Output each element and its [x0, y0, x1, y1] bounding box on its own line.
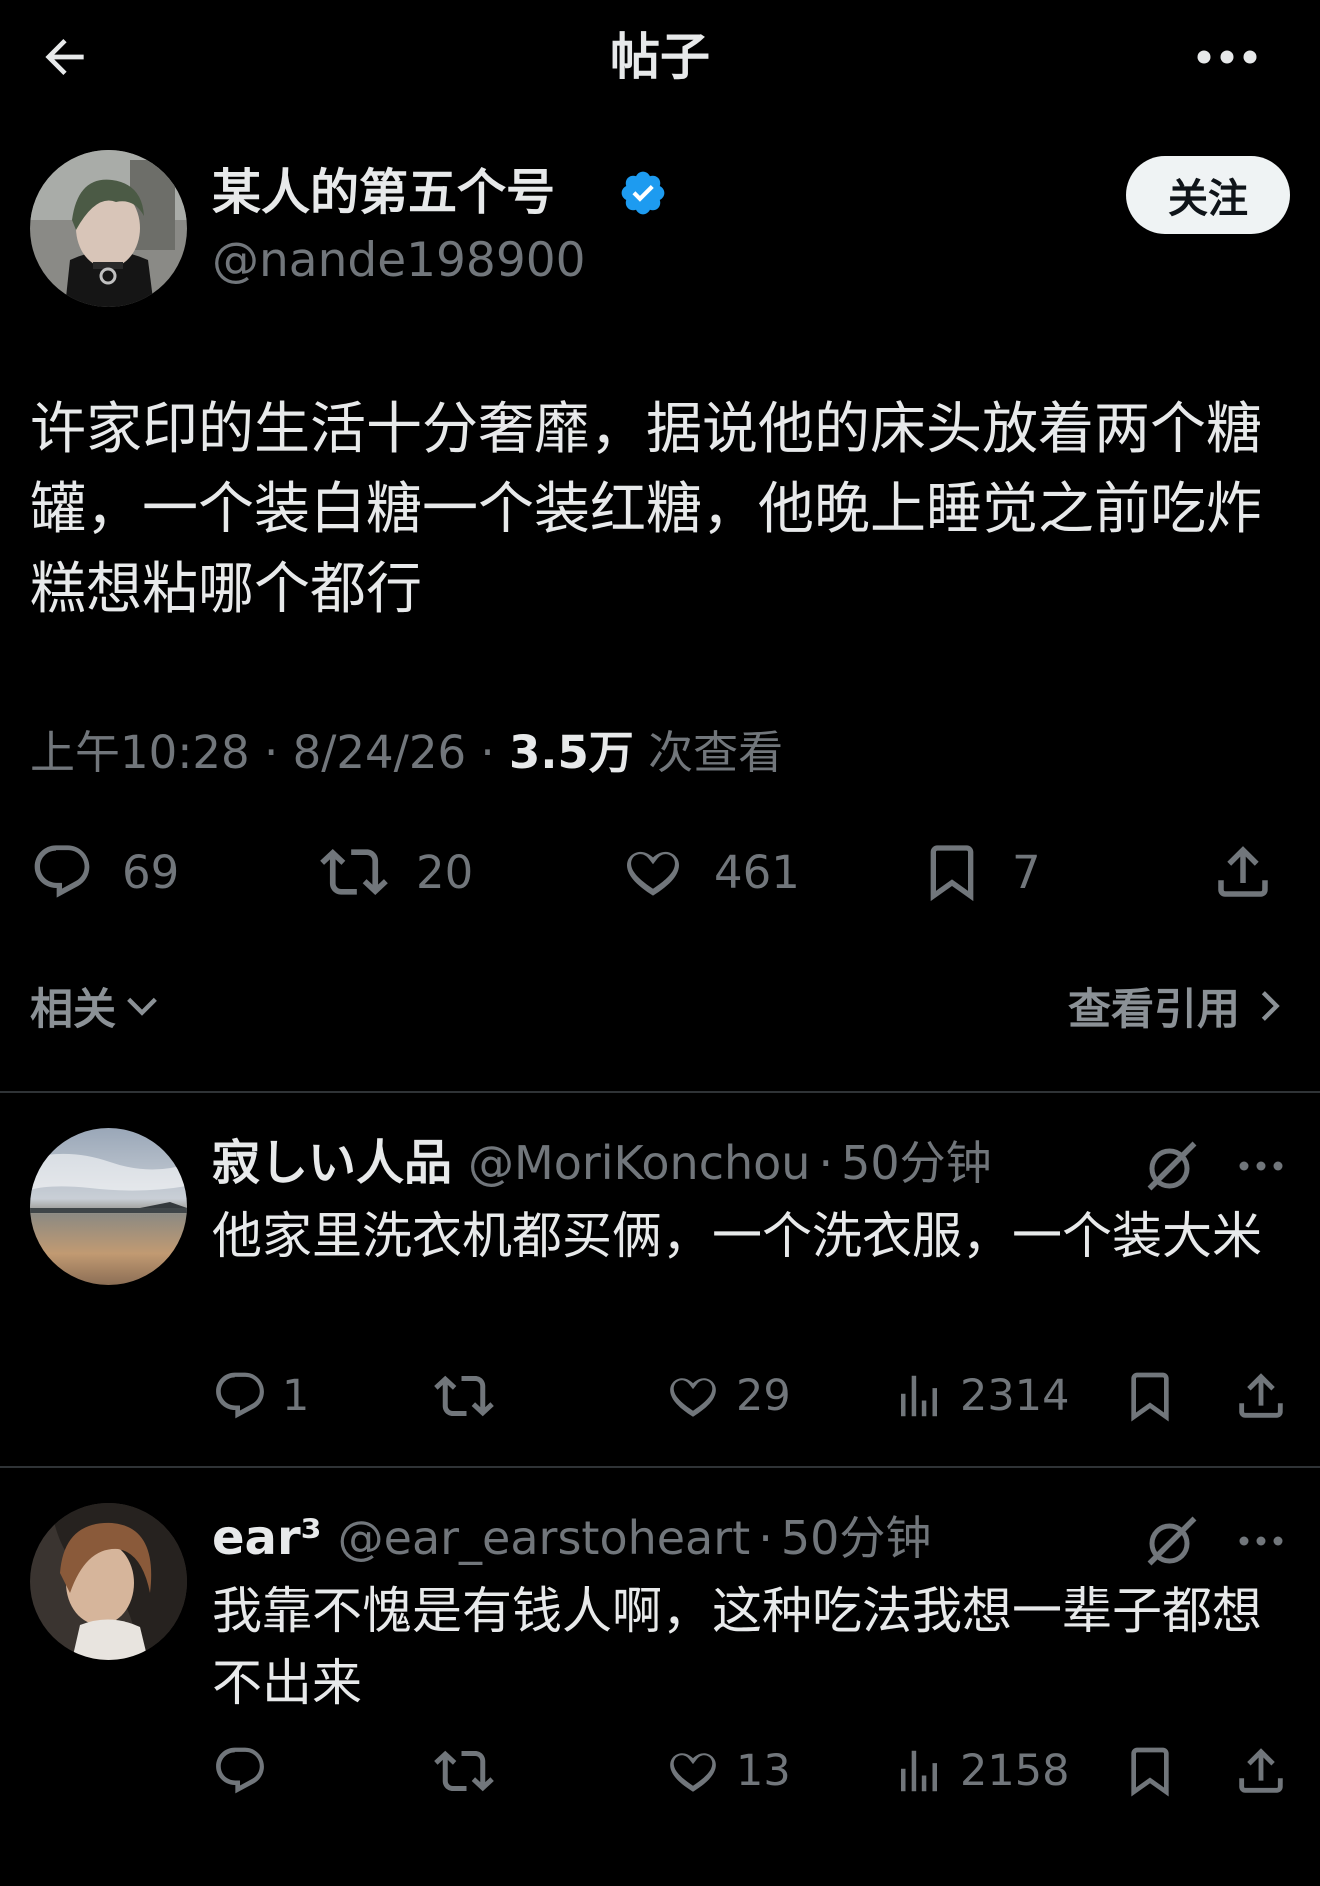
views-suffix: 次查看 — [648, 726, 784, 779]
repost-count: 20 — [416, 845, 474, 899]
related-dropdown[interactable]: 相关 — [30, 975, 162, 1037]
arrow-left-icon — [45, 39, 84, 75]
grok-icon — [1147, 1141, 1197, 1191]
author-name[interactable]: 某人的第五个号 — [212, 162, 555, 224]
verified-badge-icon — [621, 171, 665, 215]
post-time: 上午10:28 — [30, 726, 250, 779]
views-count: 2314 — [960, 1371, 1070, 1421]
post-date: 8/24/26 — [292, 726, 467, 779]
reply-item[interactable]: 寂しい人品 @MoriKonchou · 50分钟 他家里洗衣机都买俩，一个洗衣… — [0, 1128, 1320, 1468]
bookmark-icon — [930, 845, 974, 902]
reply-text: 我靠不愧是有钱人啊，这种吃法我想一辈子都想不出来 — [212, 1582, 1262, 1712]
reply-avatar[interactable] — [30, 1128, 187, 1285]
more-options-button[interactable] — [1182, 22, 1272, 92]
bookmark-count: 7 — [1012, 845, 1041, 899]
view-quotes-label: 查看引用 — [1068, 985, 1240, 1035]
repost-icon — [320, 848, 388, 896]
like-button[interactable]: 13 — [664, 1739, 791, 1803]
post-meta: 上午10:28 · 8/24/26 · 3.5万 次查看 — [30, 718, 783, 788]
reply-icon — [34, 845, 90, 898]
repost-icon — [434, 1750, 494, 1792]
reply-header: 寂しい人品 @MoriKonchou · 50分钟 — [212, 1128, 992, 1198]
reply-item[interactable]: ear³ @ear_earstoheart · 50分钟 我靠不愧是有钱人啊，这… — [0, 1503, 1320, 1843]
analytics-icon — [901, 1750, 937, 1792]
chevron-right-icon — [1261, 991, 1280, 1021]
more-horizontal-icon — [1239, 1161, 1283, 1171]
share-button[interactable] — [1232, 1739, 1290, 1803]
reply-button[interactable]: 69 — [30, 832, 179, 912]
post-author: 某人的第五个号 @nande198900 关注 — [30, 150, 1290, 310]
grok-button[interactable] — [1142, 1136, 1202, 1196]
reply-header: ear³ @ear_earstoheart · 50分钟 — [212, 1503, 931, 1573]
like-button[interactable]: 461 — [620, 832, 800, 912]
meta-separator: · — [480, 726, 495, 779]
divider — [0, 1091, 1320, 1093]
reply-action-bar: 13 2158 — [212, 1739, 1302, 1803]
reply-action-bar: 1 29 2314 — [212, 1364, 1302, 1428]
repost-button[interactable] — [434, 1364, 508, 1428]
author-handle[interactable]: @nande198900 — [212, 230, 586, 292]
share-button[interactable] — [1232, 1364, 1290, 1428]
reply-icon — [216, 1372, 264, 1419]
views-count: 2158 — [960, 1746, 1070, 1796]
reply-more-button[interactable] — [1226, 1136, 1296, 1196]
heart-icon — [670, 1753, 716, 1792]
heart-icon — [627, 851, 679, 896]
reply-author-handle[interactable]: @MoriKonchou — [468, 1128, 810, 1198]
view-quotes-link[interactable]: 查看引用 — [1068, 975, 1290, 1037]
views-count[interactable]: 3.5万 — [509, 726, 634, 779]
reply-more-button[interactable] — [1226, 1511, 1296, 1571]
meta-separator: · — [264, 726, 279, 779]
reply-count: 1 — [282, 1371, 310, 1421]
top-bar: 帖子 — [0, 0, 1320, 115]
bookmark-icon — [1131, 1372, 1169, 1422]
share-icon — [1239, 1373, 1283, 1418]
analytics-icon — [901, 1375, 937, 1417]
related-row: 相关 查看引用 — [30, 975, 1290, 1045]
like-count: 461 — [714, 845, 800, 899]
bookmark-icon — [1131, 1747, 1169, 1797]
bookmark-button[interactable]: 7 — [920, 832, 1041, 912]
like-button[interactable]: 29 — [664, 1364, 791, 1428]
views-button[interactable]: 2314 — [892, 1364, 1069, 1428]
reply-count: 69 — [122, 845, 180, 899]
reply-time[interactable]: 50分钟 — [781, 1503, 932, 1573]
grok-icon — [1147, 1516, 1197, 1566]
back-button[interactable] — [30, 22, 100, 92]
reply-time[interactable]: 50分钟 — [841, 1128, 992, 1198]
repost-button[interactable] — [434, 1739, 508, 1803]
related-label: 相关 — [30, 985, 116, 1035]
reply-avatar[interactable] — [30, 1503, 187, 1660]
meta-separator: · — [758, 1511, 773, 1565]
meta-separator: · — [818, 1136, 834, 1190]
more-horizontal-icon — [1197, 50, 1257, 64]
bookmark-button[interactable] — [1122, 1739, 1178, 1803]
reply-icon — [216, 1747, 264, 1794]
like-count: 13 — [736, 1746, 791, 1796]
divider — [0, 1466, 1320, 1468]
repost-icon — [434, 1375, 494, 1417]
reply-button[interactable] — [212, 1739, 282, 1803]
reply-text: 他家里洗衣机都买俩，一个洗衣服，一个装大米 — [212, 1207, 1262, 1265]
reply-author-name[interactable]: ear³ — [212, 1503, 322, 1573]
share-icon — [1239, 1748, 1283, 1793]
heart-icon — [670, 1378, 716, 1417]
share-icon — [1218, 846, 1268, 897]
views-button[interactable]: 2158 — [892, 1739, 1069, 1803]
chevron-down-icon — [127, 997, 157, 1016]
post-text: 许家印的生活十分奢靡，据说他的床头放着两个糖罐，一个装白糖一个装红糖，他晚上睡觉… — [30, 397, 1262, 622]
follow-button[interactable]: 关注 — [1126, 156, 1290, 234]
reply-author-handle[interactable]: @ear_earstoheart — [338, 1503, 751, 1573]
reply-button[interactable]: 1 — [212, 1364, 309, 1428]
share-button[interactable] — [1210, 832, 1276, 912]
reply-author-name[interactable]: 寂しい人品 — [212, 1128, 452, 1198]
post-action-bar: 69 20 461 7 — [30, 832, 1290, 912]
more-horizontal-icon — [1239, 1536, 1283, 1546]
repost-button[interactable]: 20 — [320, 832, 473, 912]
grok-button[interactable] — [1142, 1511, 1202, 1571]
like-count: 29 — [736, 1371, 791, 1421]
author-avatar[interactable] — [30, 150, 187, 307]
bookmark-button[interactable] — [1122, 1364, 1178, 1428]
page-title: 帖子 — [610, 28, 710, 86]
